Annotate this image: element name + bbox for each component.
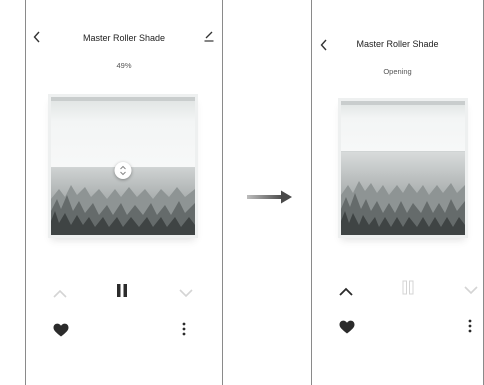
heart-icon[interactable] — [339, 320, 355, 339]
more-vertical-icon[interactable] — [182, 322, 186, 341]
more-vertical-icon[interactable] — [468, 319, 472, 338]
shade-status-text: Opening — [383, 67, 412, 76]
pause-icon[interactable] — [115, 283, 129, 303]
pause-icon[interactable] — [401, 280, 415, 300]
page-title: Master Roller Shade — [356, 39, 439, 49]
arrow-right-icon — [247, 190, 293, 209]
page-title: Master Roller Shade — [82, 33, 166, 43]
shade-rail — [341, 101, 465, 105]
screen-after: Master Roller Shade Opening — [311, 0, 484, 385]
shade-position-readout: 49% — [116, 61, 132, 70]
shade-window-preview — [341, 101, 465, 235]
chevron-down-icon[interactable] — [179, 285, 193, 303]
shade-window-preview — [51, 97, 195, 235]
screen-before: Master Roller Shade 49% — [25, 0, 223, 385]
shade-rail — [51, 97, 195, 101]
roller-shade — [51, 97, 195, 168]
pencil-icon[interactable] — [204, 29, 214, 42]
chevron-up-icon[interactable] — [53, 285, 67, 303]
roller-shade — [341, 101, 465, 152]
chevron-up-icon[interactable] — [339, 283, 353, 301]
forest-scene — [341, 151, 465, 235]
shade-drag-handle[interactable] — [114, 162, 132, 179]
chevron-down-icon[interactable] — [464, 282, 478, 300]
heart-icon[interactable] — [53, 323, 69, 342]
